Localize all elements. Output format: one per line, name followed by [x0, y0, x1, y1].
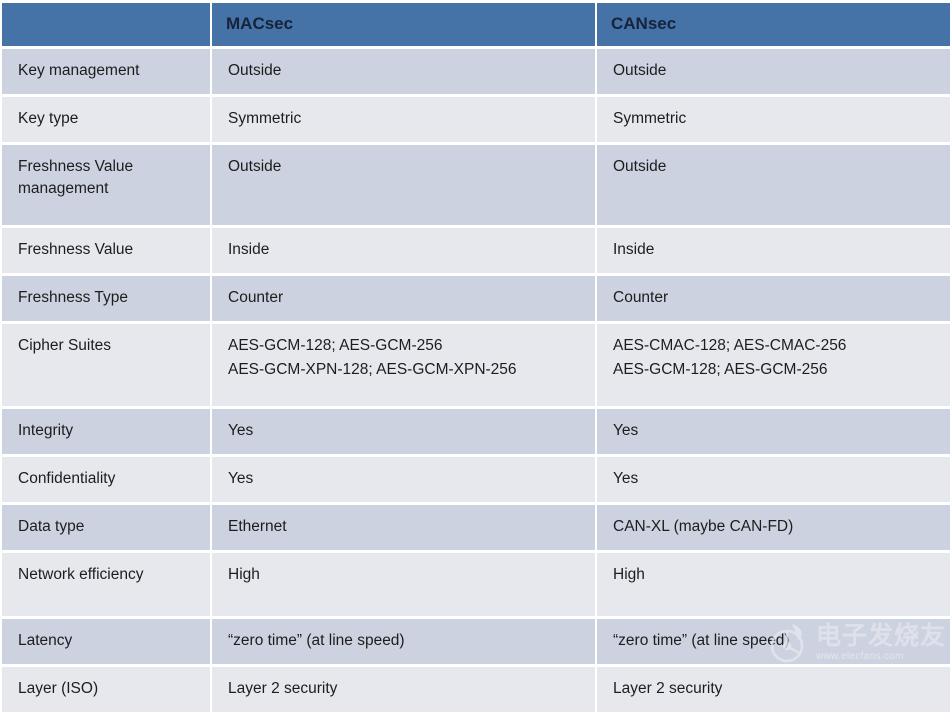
cell-line: Outside: [613, 158, 667, 175]
cansec-value-cell: “zero time” (at line speed): [597, 619, 950, 664]
row-label-cell: Data type: [2, 505, 210, 550]
table-row: Freshness Value management Outside Outside: [2, 145, 950, 225]
cansec-value-cell: AES-CMAC-128; AES-CMAC-256 AES-GCM-128; A…: [597, 324, 950, 406]
table-row: Freshness Value Inside Inside: [2, 228, 950, 273]
cell-line: Counter: [613, 289, 669, 306]
macsec-value-cell: Outside: [212, 145, 595, 225]
cansec-value-cell: Outside: [597, 145, 950, 225]
cell-line: Outside: [228, 158, 282, 175]
macsec-value-cell: Yes: [212, 457, 595, 502]
macsec-value-cell: Counter: [212, 276, 595, 321]
cell-line: Yes: [613, 470, 639, 487]
macsec-value-cell: Symmetric: [212, 97, 595, 142]
row-label-cell: Key management: [2, 49, 210, 94]
table-row: Cipher Suites AES-GCM-128; AES-GCM-256 AES…: [2, 324, 950, 406]
table-row: Key management Outside Outside: [2, 49, 950, 94]
cell-line: Yes: [228, 422, 254, 439]
macsec-value-cell: AES-GCM-128; AES-GCM-256 AES-GCM-XPN-128;…: [212, 324, 595, 406]
table-header-row: MACsec CANsec: [2, 3, 950, 46]
cell-line: High: [228, 566, 260, 583]
cell-line: High: [613, 566, 645, 583]
cansec-value-cell: Yes: [597, 409, 950, 454]
cell-line: Yes: [228, 470, 254, 487]
table-header: MACsec CANsec: [2, 3, 950, 46]
cansec-value-cell: Counter: [597, 276, 950, 321]
cell-line: Yes: [613, 422, 639, 439]
table-row: Network efficiency High High: [2, 553, 950, 616]
table-row: Integrity Yes Yes: [2, 409, 950, 454]
row-label-cell: Freshness Type: [2, 276, 210, 321]
cell-line: Counter: [228, 289, 284, 306]
row-label-cell: Confidentiality: [2, 457, 210, 502]
cell-line: Layer 2 security: [228, 680, 338, 697]
macsec-value-cell: Outside: [212, 49, 595, 94]
row-label-cell: Layer (ISO): [2, 667, 210, 712]
column-header-cansec: CANsec: [597, 3, 950, 46]
column-header-blank: [2, 3, 210, 46]
macsec-value-cell: “zero time” (at line speed): [212, 619, 595, 664]
cell-line: AES-CMAC-128; AES-CMAC-256: [613, 337, 847, 354]
row-label-cell: Freshness Value: [2, 228, 210, 273]
cansec-value-cell: Yes: [597, 457, 950, 502]
column-header-macsec: MACsec: [212, 3, 595, 46]
row-label-cell: Integrity: [2, 409, 210, 454]
cell-line: Layer 2 security: [613, 680, 723, 697]
macsec-value-cell: Inside: [212, 228, 595, 273]
macsec-value-cell: Ethernet: [212, 505, 595, 550]
table-body: Key management Outside Outside Key type Symm…: [2, 49, 950, 712]
cell-line: Ethernet: [228, 518, 287, 535]
cell-line: AES-GCM-XPN-128; AES-GCM-XPN-256: [228, 361, 517, 378]
cansec-value-cell: CAN-XL (maybe CAN-FD): [597, 505, 950, 550]
macsec-value-cell: High: [212, 553, 595, 616]
cansec-value-cell: High: [597, 553, 950, 616]
table-row: Data type Ethernet CAN-XL (maybe CAN-FD): [2, 505, 950, 550]
row-label-cell: Cipher Suites: [2, 324, 210, 406]
cell-line: “zero time” (at line speed): [228, 632, 405, 649]
cell-line: AES-GCM-128; AES-GCM-256: [228, 337, 443, 354]
row-label-cell: Key type: [2, 97, 210, 142]
cell-line: Inside: [228, 241, 270, 258]
cansec-value-cell: Symmetric: [597, 97, 950, 142]
table-row: Layer (ISO) Layer 2 security Layer 2 secur…: [2, 667, 950, 712]
macsec-value-cell: Layer 2 security: [212, 667, 595, 712]
row-label-cell: Latency: [2, 619, 210, 664]
cell-line: CAN-XL (maybe CAN-FD): [613, 518, 794, 535]
cell-line: “zero time” (at line speed): [613, 632, 790, 649]
table-row: Confidentiality Yes Yes: [2, 457, 950, 502]
cell-line: Outside: [613, 62, 667, 79]
cell-line: Inside: [613, 241, 655, 258]
cansec-value-cell: Inside: [597, 228, 950, 273]
macsec-value-cell: Yes: [212, 409, 595, 454]
cansec-value-cell: Outside: [597, 49, 950, 94]
row-label-cell: Network efficiency: [2, 553, 210, 616]
cell-line: Symmetric: [613, 110, 687, 127]
table-row: Latency “zero time” (at line speed) “zero …: [2, 619, 950, 664]
row-label-cell: Freshness Value management: [2, 145, 210, 225]
cansec-value-cell: Layer 2 security: [597, 667, 950, 712]
cell-line: Outside: [228, 62, 282, 79]
table-row: Freshness Type Counter Counter: [2, 276, 950, 321]
macsec-cansec-comparison-table: MACsec CANsec Key management Outside Outsi…: [0, 0, 950, 715]
cell-line: Symmetric: [228, 110, 302, 127]
cell-line: AES-GCM-128; AES-GCM-256: [613, 361, 828, 378]
table-row: Key type Symmetric Symmetric: [2, 97, 950, 142]
